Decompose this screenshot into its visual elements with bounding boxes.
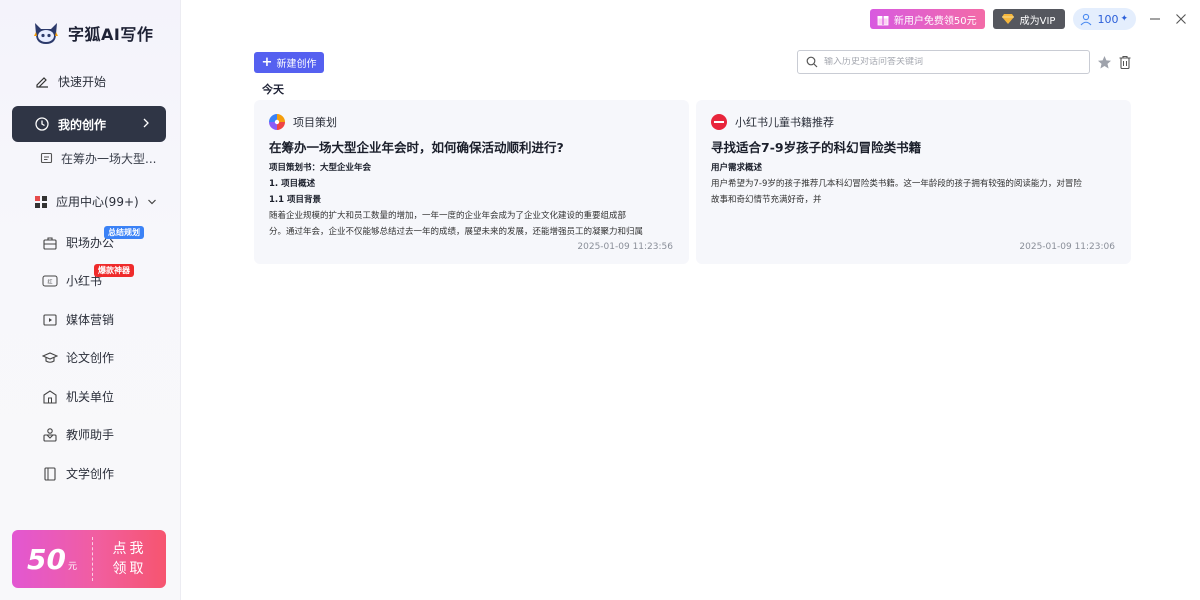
svg-text:红: 红 [47,278,52,285]
grid-icon [35,195,47,208]
graduation-cap-icon [42,351,58,363]
category-government[interactable]: 机关单位 [42,388,114,405]
chat-icon [40,152,53,164]
app-center-toggle[interactable]: 应用中心(99+) [34,193,157,210]
category-tag-hot: 爆款神器 [94,264,134,277]
category-thesis[interactable]: 论文创作 [42,349,114,366]
video-icon [43,313,57,326]
new-user-gift-label: 新用户免费领50元 [893,15,977,27]
promo-cta-line2: 领取 [112,561,147,577]
new-creation-button[interactable]: + 新建创作 [254,52,324,73]
app-center-label: 应用中心(99+) [56,195,139,209]
history-item[interactable]: 在筹办一场大型... [40,150,156,167]
card-preview-line: 项目策划书：大型企业年会 [269,163,372,173]
nav-my-creations[interactable]: 我的创作 [12,106,166,142]
category-media-marketing-label: 媒体营销 [66,313,115,327]
card-timestamp: 2025-01-09 11:23:56 [577,242,673,252]
chevron-right-icon [143,118,149,128]
promo-cta-line1: 点我 [112,541,147,557]
chevron-down-icon [147,199,156,204]
card-category-label: 项目策划 [293,116,337,129]
category-thesis-label: 论文创作 [66,351,115,365]
points-value: 100 [1097,12,1119,26]
category-teacher[interactable]: 教师助手 [42,426,114,443]
fox-logo-icon [34,23,58,44]
app-window: 字狐AI写作 快速开始 我的创作 在筹办一场大型... 应用中心(99+) 职场… [0,0,1200,600]
building-icon [43,389,57,404]
top-bar: 新用户免费领50元 成为VIP 100 ✦ [869,8,1188,30]
diamond-icon [1001,14,1014,24]
teacher-icon [43,427,57,442]
promo-amount: 50 元 [12,543,92,576]
category-media-marketing[interactable]: 媒体营销 [42,311,114,328]
new-creation-label: 新建创作 [276,59,317,70]
xiaohongshu-badge-icon [711,114,727,130]
card-category: 小红书儿童书籍推荐 [711,114,834,130]
promo-amount-unit: 元 [67,561,77,572]
card-title: 寻找适合7-9岁孩子的科幻冒险类书籍 [711,140,922,155]
search-icon [806,56,818,68]
card-preview-line: 1.1 项目背景 [269,195,322,205]
pen-icon [34,73,50,89]
history-search-input[interactable] [824,57,1074,67]
category-xiaohongshu[interactable]: 红 小红书 [42,272,102,289]
clock-icon [34,116,50,132]
history-search [797,50,1090,74]
history-item-label: 在筹办一场大型... [61,152,157,166]
card-timestamp: 2025-01-09 11:23:06 [1019,242,1115,252]
nav-quick-start-label: 快速开始 [58,74,107,89]
card-preview-line: 用户需求概述 [711,163,763,173]
briefcase-icon [43,236,57,250]
user-icon [1081,13,1092,26]
category-teacher-label: 教师助手 [66,428,115,442]
star-icon[interactable] [1097,55,1112,70]
card-preview-line: 故事和奇幻情节充满好奇，并 [711,195,822,205]
card-title: 在筹办一场大型企业年会时，如何确保活动顺利进行? [269,140,564,155]
creation-card[interactable]: 项目策划 在筹办一场大型企业年会时，如何确保活动顺利进行? 项目策划书：大型企业… [254,100,689,264]
promo-coupon-banner[interactable]: 50 元 点我 领取 [12,530,166,588]
become-vip-label: 成为VIP [1019,15,1056,27]
app-logo: 字狐AI写作 [32,20,153,46]
category-tag-summary: 总结规划 [104,226,144,239]
creation-card[interactable]: 小红书儿童书籍推荐 寻找适合7-9岁孩子的科幻冒险类书籍 用户需求概述 用户希望… [696,100,1131,264]
close-window-icon[interactable] [1174,12,1188,26]
gift-icon [877,16,889,26]
project-planning-icon [269,114,285,130]
book-icon [44,466,56,481]
card-preview-line: 随着企业规模的扩大和员工数量的增加，一年一度的企业年会成为了企业文化建设的重要组… [269,211,627,221]
section-title-today: 今天 [262,83,284,96]
new-user-gift-button[interactable]: 新用户免费领50元 [869,9,985,29]
points-balance[interactable]: 100 ✦ [1073,8,1136,30]
app-name: 字狐AI写作 [68,25,154,44]
card-preview-line: 1. 项目概述 [269,179,316,189]
trash-icon[interactable] [1118,55,1132,70]
card-category: 项目策划 [269,114,337,130]
card-preview: 项目策划书：大型企业年会 1. 项目概述 1.1 项目背景 随着企业规模的扩大和… [269,160,674,238]
category-government-label: 机关单位 [66,390,115,404]
become-vip-button[interactable]: 成为VIP [992,9,1066,29]
nav-my-creations-label: 我的创作 [58,117,107,132]
plus-icon: + [261,55,273,70]
promo-amount-number: 50 [27,542,66,576]
category-literature[interactable]: 文学创作 [42,465,114,482]
card-preview-line: 用户希望为7-9岁的孩子推荐几本科幻冒险类书籍。这一年龄段的孩子拥有较强的阅读能… [711,179,1082,189]
card-preview-line: 分。通过年会，企业不仅能够总结过去一年的成绩，展望未来的发展，还能增强员工的凝聚… [269,227,644,237]
card-category-label: 小红书儿童书籍推荐 [735,116,834,129]
minimize-window-icon[interactable] [1148,12,1162,26]
nav-quick-start[interactable]: 快速开始 [12,63,166,99]
sidebar: 字狐AI写作 快速开始 我的创作 在筹办一场大型... 应用中心(99+) 职场… [0,0,181,600]
xiaohongshu-icon: 红 [42,275,58,286]
sparkle-icon: ✦ [1120,14,1128,24]
card-preview: 用户需求概述 用户希望为7-9岁的孩子推荐几本科幻冒险类书籍。这一年龄段的孩子拥… [711,160,1116,238]
promo-cta: 点我 领取 [93,539,166,579]
category-literature-label: 文学创作 [66,467,115,481]
